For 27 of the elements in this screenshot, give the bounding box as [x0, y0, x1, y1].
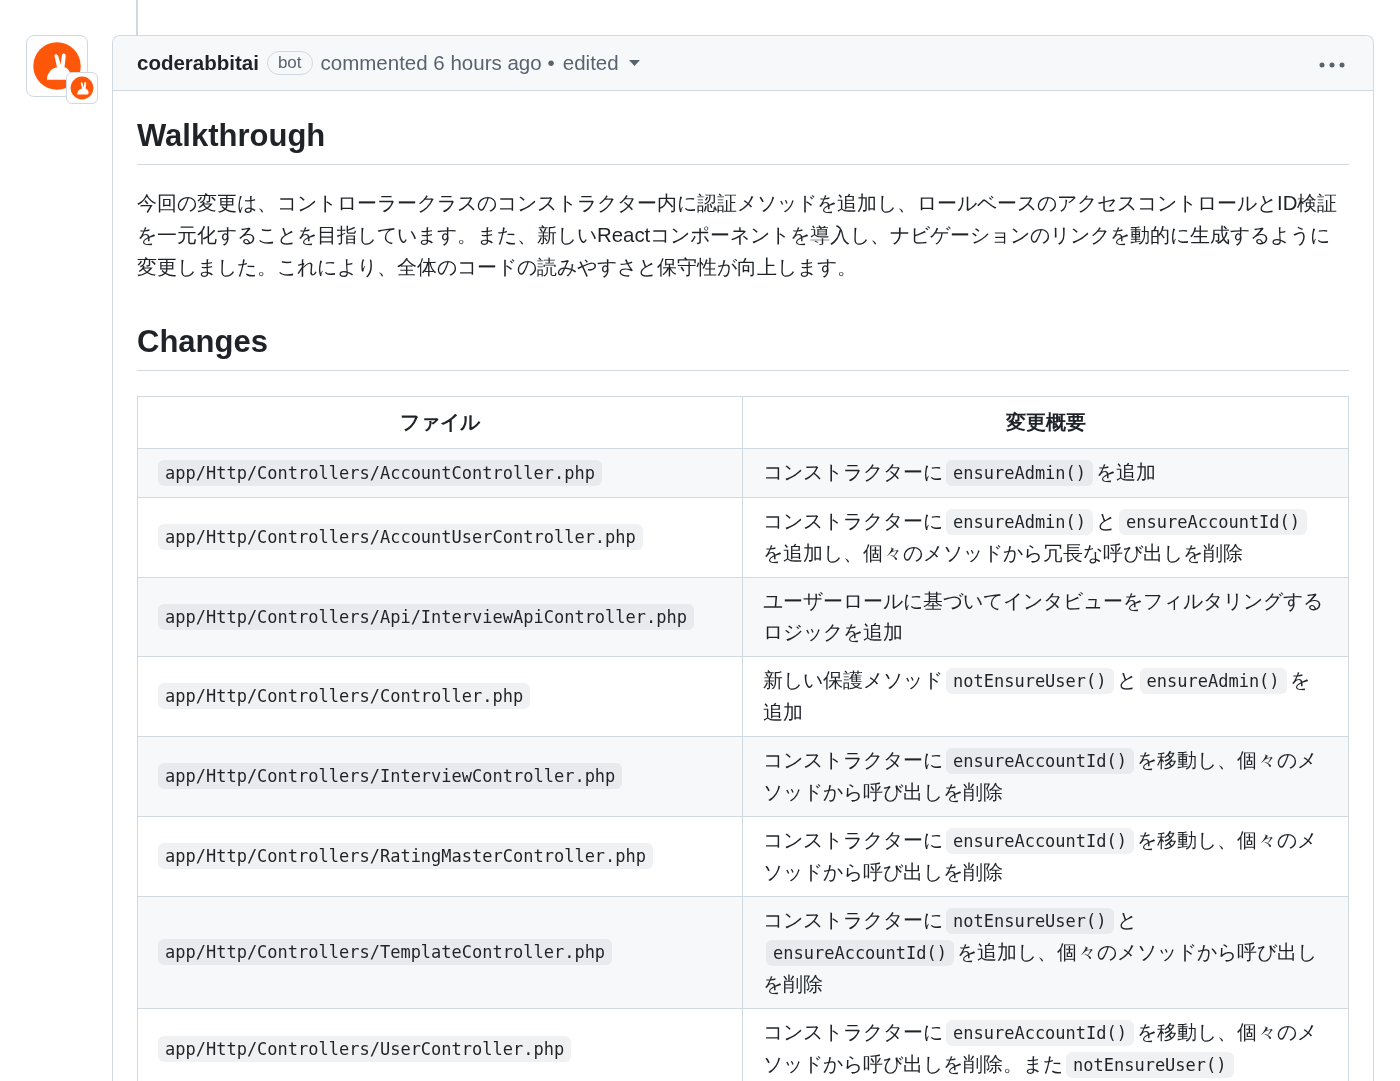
summary-text: コンストラクターに ensureAccountId() を移動し、個々のメソッドから呼び出しを削除	[742, 736, 1349, 816]
walkthrough-paragraph: 今回の変更は、コントローラークラスのコンストラクター内に認証メソッドを追加し、ロールベースのアクセスコントロールとID検証を一元化することを目指しています。また、新しいReactコンポーネントを導入し、ナビゲーションのリンクを動的に生成するように変更しました。これにより、全体のコードの読みやすさと保守性が向上します。	[137, 190, 1339, 280]
summary-text: ユーザーロールに基づいてインタビューをフィルタリングするロジックを追加	[742, 577, 1349, 656]
file-path: app/Http/Controllers/UserController.php	[158, 1035, 572, 1062]
summary-text: コンストラクターに ensureAdmin() を追加	[742, 448, 1349, 497]
file-path: app/Http/Controllers/AccountUserController.php	[158, 524, 643, 550]
app-badge-icon	[66, 72, 98, 104]
file-path: app/Http/Controllers/RatingMasterController.php	[158, 843, 654, 869]
file-path: app/Http/Controllers/Api/InterviewApiController.php	[158, 603, 694, 630]
file-path: app/Http/Controllers/InterviewController.php	[158, 763, 623, 789]
caret-icon	[628, 59, 640, 67]
separator-dot: •	[547, 51, 555, 75]
column-header: 変更概要	[742, 396, 1349, 448]
file-path: app/Http/Controllers/TemplateController.php	[158, 939, 613, 965]
summary-text: 新しい保護メソッド notEnsureUser() と ensureAdmin() を追加	[742, 656, 1349, 736]
edited-dropdown[interactable]: edited	[562, 51, 640, 75]
section-heading: Walkthrough	[137, 117, 1349, 165]
file-path: app/Http/Controllers/Controller.php	[158, 683, 531, 709]
summary-text: コンストラクターに ensureAdmin() と ensureAccountId() を追加し、個々のメソッドから冗長な呼び出しを削除	[742, 497, 1349, 577]
summary-text: コンストラクターに notEnsureUser() と ensureAccountId() を追加し、個々のメソッドから呼び出しを削除	[742, 896, 1349, 1008]
section-heading: Changes	[137, 322, 1349, 371]
column-header: ファイル	[137, 396, 743, 448]
file-path: app/Http/Controllers/AccountController.php	[158, 459, 602, 486]
author-link[interactable]: coderabbitai	[137, 51, 259, 75]
timestamp-link[interactable]: commented 6 hours ago	[320, 51, 542, 75]
kebab-menu-icon	[1319, 61, 1345, 68]
summary-text: コンストラクターに ensureAccountId() を移動し、個々のメソッドから呼び出しを削除	[742, 816, 1349, 896]
